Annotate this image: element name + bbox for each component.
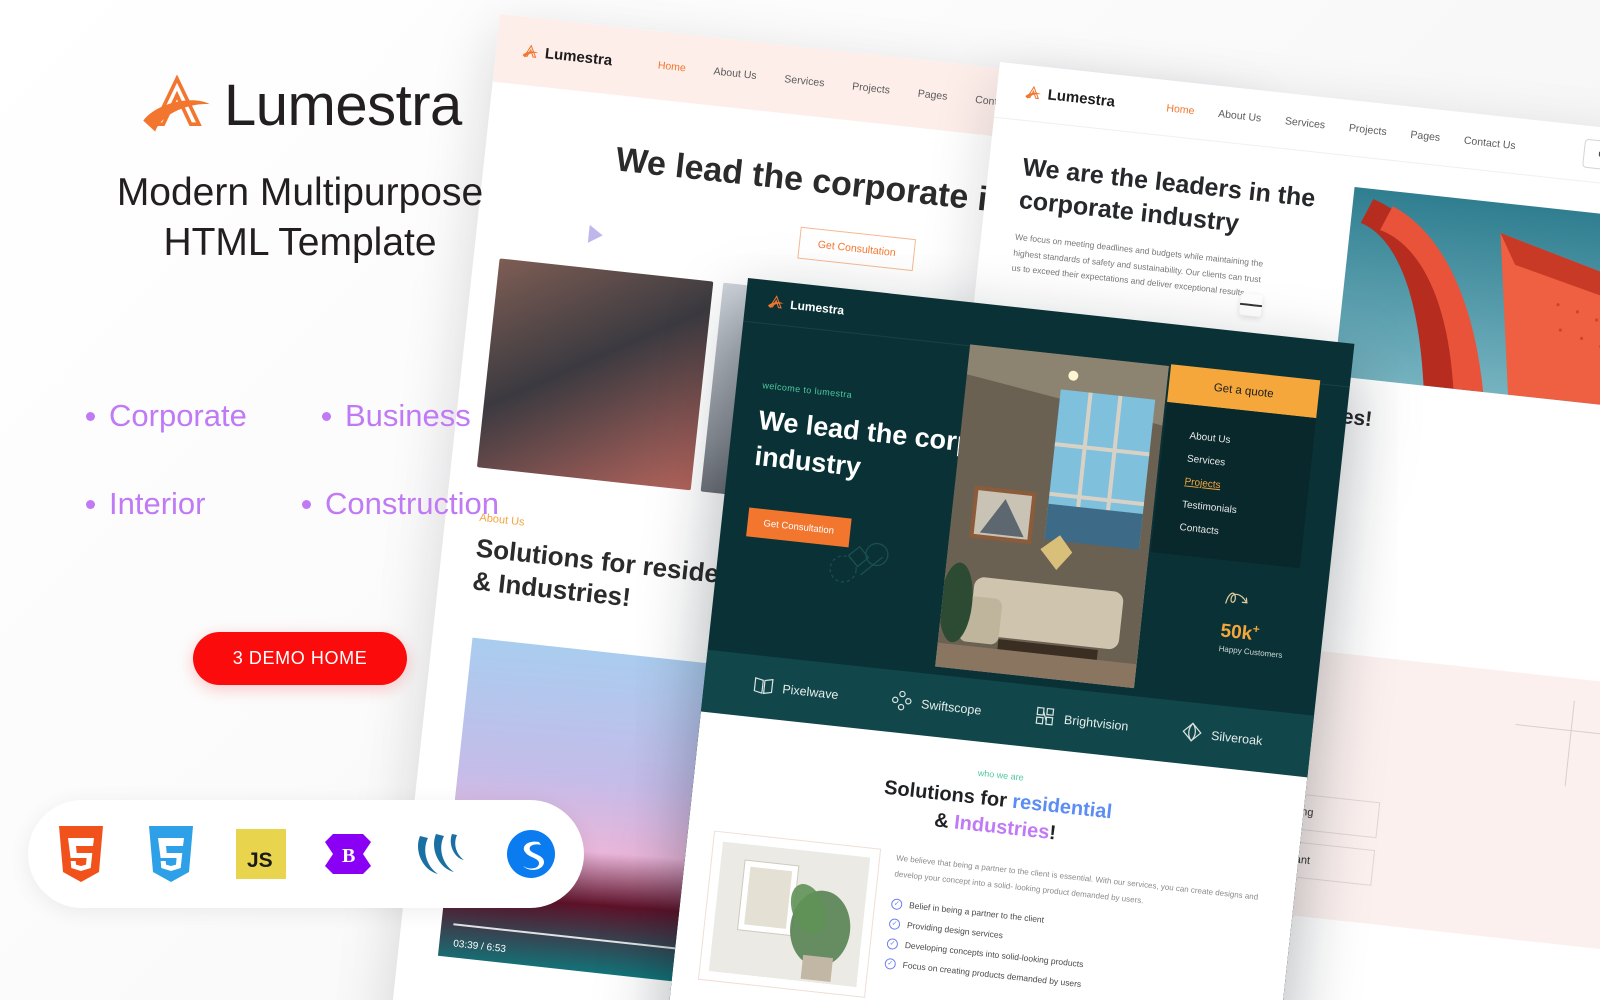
split-blocks-icon	[1033, 705, 1056, 731]
tech-stack-bar: JS B	[28, 800, 584, 908]
css3-icon	[143, 826, 199, 882]
mockup-dark-hero: welcome to lumestra We lead the corporat…	[708, 322, 1350, 716]
nav-item-pages[interactable]: Pages	[1410, 128, 1441, 143]
crosshair-decoration-icon	[1509, 695, 1600, 790]
four-petal-icon	[890, 689, 913, 715]
svg-text:B: B	[342, 845, 355, 867]
bootstrap-icon: B	[323, 826, 379, 882]
leaders-hero-paragraph: We focus on meeting deadlines and budget…	[1011, 231, 1264, 299]
brand-logo-silveroak: Silveroak	[1180, 721, 1264, 754]
lumestra-logo-icon	[767, 294, 786, 311]
title-part-pre: Solutions for	[883, 776, 1014, 813]
mockup-dark-brand-label: Lumestra	[789, 297, 845, 318]
dark-quote-menu[interactable]: About Us Services Projects Testimonials …	[1150, 401, 1317, 569]
feature-tag-row: Interior Construction	[86, 486, 556, 522]
feature-tag-construction: Construction	[302, 486, 499, 522]
promo-left-panel: Lumestra Modern Multipurpose HTML Templa…	[0, 0, 600, 1000]
feature-tag-corporate: Corporate	[86, 398, 322, 434]
happy-customers-stat: 50k+ Happy Customers	[1218, 587, 1289, 660]
brand-name: Swiftscope	[920, 697, 983, 718]
demo-cta-wrap: 3 DEMO HOME	[0, 632, 600, 685]
html5-icon	[53, 826, 109, 882]
mockup-dark-homepage[interactable]: Lumestra welcome to lumestra We lead the…	[665, 278, 1355, 1000]
title-part-industries: Industries	[953, 811, 1051, 844]
brand-name: Silveroak	[1210, 728, 1264, 749]
brand-logo-pixelwave: Pixelwave	[751, 675, 839, 706]
get-a-quote-button[interactable]: Get a quote	[1581, 138, 1600, 177]
lumestra-logo-icon	[140, 73, 214, 137]
nav-item-home[interactable]: Home	[1166, 102, 1195, 117]
brand-name: Brightvision	[1063, 712, 1130, 734]
brand-name: Lumestra	[224, 73, 462, 138]
jquery-icon	[413, 826, 469, 882]
red-sculpture-photo	[1334, 187, 1600, 409]
brand-logo: Lumestra	[140, 72, 462, 139]
book-open-icon	[751, 675, 774, 699]
bullet-dot-icon	[86, 499, 95, 509]
bullet-dot-icon	[322, 411, 331, 421]
feature-tag-label: Business	[345, 398, 471, 433]
mockup-light-navlinks[interactable]: Home About Us Services Projects Pages Co…	[657, 59, 1027, 111]
bullet-dot-icon	[86, 411, 95, 421]
plant-photo-frame	[697, 830, 882, 998]
check-circle-icon: ✓	[884, 957, 897, 970]
nav-item-projects[interactable]: Projects	[1348, 122, 1387, 138]
check-circle-icon: ✓	[890, 897, 903, 910]
who-we-are-text: We believe that being a partner to the c…	[881, 850, 1269, 1000]
nav-item-home[interactable]: Home	[657, 59, 686, 74]
nav-item-about-us[interactable]: About Us	[1218, 107, 1262, 124]
title-part-amp: &	[933, 809, 956, 834]
tools-decoration-icon	[825, 527, 903, 595]
feature-tag-business: Business	[322, 398, 471, 434]
title-part-post: !	[1048, 821, 1058, 845]
mockup-dark-brand[interactable]: Lumestra	[767, 294, 845, 317]
brand-logo-swiftscope: Swiftscope	[890, 689, 983, 723]
demo-home-button[interactable]: 3 DEMO HOME	[192, 632, 408, 685]
svg-text:JS: JS	[247, 849, 273, 872]
promo-stage: Lumestra Home About Us Services Projects…	[0, 0, 1600, 1000]
feature-tag-list: Corporate Business Interior Construction	[86, 398, 556, 522]
squiggle-arrow-icon	[1223, 587, 1289, 619]
nav-item-services[interactable]: Services	[1284, 115, 1325, 131]
check-circle-icon: ✓	[888, 917, 901, 930]
feature-tag-label: Interior	[109, 486, 206, 521]
list-item-label: Providing design services	[906, 920, 1004, 941]
plant-photo	[708, 841, 871, 987]
brand-logo-brightvision: Brightvision	[1033, 705, 1130, 739]
feature-tag-row: Corporate Business	[86, 398, 556, 434]
dark-quote-panel[interactable]: Get a quote About Us Services Projects T…	[1150, 364, 1321, 569]
nav-item-services[interactable]: Services	[784, 73, 825, 89]
nav-item-pages[interactable]: Pages	[917, 88, 948, 103]
lumestra-logo-icon	[1024, 85, 1043, 102]
feature-tag-label: Construction	[325, 486, 500, 521]
mockup-leaders-brand[interactable]: Lumestra	[1024, 84, 1116, 111]
nav-item-projects[interactable]: Projects	[852, 81, 891, 97]
nav-item-about-us[interactable]: About Us	[713, 65, 757, 82]
sass-icon	[503, 826, 559, 882]
headline-line-2: HTML Template	[163, 220, 437, 264]
page-title: Modern Multipurpose HTML Template	[0, 168, 600, 268]
javascript-icon: JS	[233, 826, 289, 882]
diamond-outline-icon	[1180, 721, 1203, 747]
hamburger-menu-icon[interactable]	[1238, 292, 1264, 318]
feature-tag-interior: Interior	[86, 486, 302, 522]
mockup-leaders-brand-label: Lumestra	[1046, 86, 1116, 111]
check-circle-icon: ✓	[886, 937, 899, 950]
feature-tag-label: Corporate	[109, 398, 247, 433]
headline-line-1: Modern Multipurpose	[116, 171, 484, 214]
brand-name: Pixelwave	[781, 682, 840, 703]
nav-item-contact-us[interactable]: Contact Us	[1463, 134, 1516, 152]
bullet-dot-icon	[302, 499, 311, 509]
living-room-photo	[935, 344, 1169, 689]
